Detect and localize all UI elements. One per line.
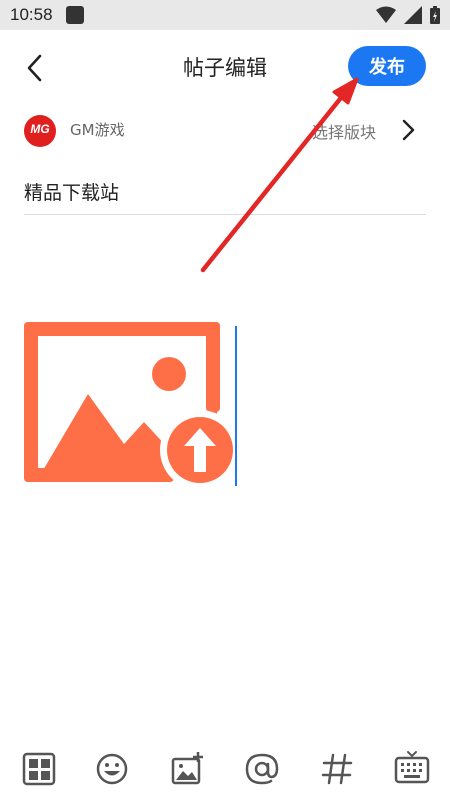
grid-icon[interactable]: [20, 750, 58, 788]
add-image-icon[interactable]: [168, 750, 206, 788]
notification-icon: [66, 6, 84, 24]
chevron-right-icon[interactable]: [400, 117, 418, 143]
battery-icon: [430, 6, 440, 24]
emoji-icon[interactable]: [93, 750, 131, 788]
at-icon[interactable]: [243, 750, 281, 788]
bottom-toolbar: [0, 742, 450, 801]
status-time: 10:58: [10, 5, 53, 24]
signal-icon: [404, 6, 422, 24]
post-title-input[interactable]: [24, 168, 426, 215]
text-cursor: [235, 326, 237, 486]
forum-name: GM游戏: [70, 121, 125, 139]
publish-button[interactable]: 发布: [348, 46, 426, 86]
upload-image-icon[interactable]: [24, 322, 236, 488]
keyboard-icon[interactable]: [393, 750, 431, 788]
forum-logo: MG: [24, 115, 56, 147]
hashtag-icon[interactable]: [318, 750, 356, 788]
top-navbar: 帖子编辑 发布: [0, 30, 450, 100]
select-forum-label[interactable]: 选择版块: [312, 119, 376, 143]
status-icons: [376, 6, 440, 24]
forum-selector-row[interactable]: MG GM游戏 选择版块: [0, 103, 450, 155]
status-bar: 10:58: [0, 0, 450, 30]
forum-logo-text: MG: [30, 122, 50, 136]
wifi-icon: [376, 6, 396, 23]
